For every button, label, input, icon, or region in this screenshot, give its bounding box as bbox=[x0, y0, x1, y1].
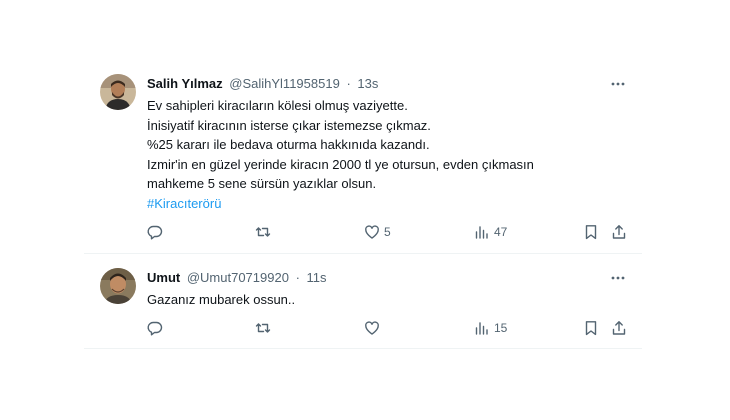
like-button[interactable] bbox=[364, 318, 384, 338]
tweet-line: mahkeme 5 sene sürsün yazıklar olsun. bbox=[147, 176, 377, 191]
more-icon[interactable] bbox=[610, 76, 626, 92]
share-icon bbox=[611, 320, 627, 336]
bookmark-button[interactable] bbox=[583, 222, 599, 242]
views-button[interactable]: 47 bbox=[474, 222, 507, 242]
tweet[interactable]: Salih Yılmaz @SalihYl11958519 · 13s Ev s… bbox=[84, 64, 642, 254]
like-icon bbox=[364, 320, 380, 336]
tweet-line: %25 kararı ile bedava oturma hakkınıda k… bbox=[147, 137, 430, 152]
bookmark-icon bbox=[583, 224, 599, 240]
tweet-header: Salih Yılmaz @SalihYl11958519 · 13s bbox=[147, 76, 378, 92]
action-bar: 15 bbox=[147, 318, 626, 338]
separator: · bbox=[295, 270, 300, 285]
hashtag-link[interactable]: #Kiracıterörü bbox=[147, 194, 617, 214]
timestamp[interactable]: 13s bbox=[357, 76, 378, 91]
like-button[interactable]: 5 bbox=[364, 222, 391, 242]
display-name[interactable]: Salih Yılmaz bbox=[147, 76, 223, 91]
tweet-line: Ev sahipleri kiracıların kölesi olmuş va… bbox=[147, 98, 408, 113]
like-icon bbox=[364, 224, 380, 240]
reply-button[interactable] bbox=[147, 318, 167, 338]
tweet-line: İnisiyatif kiracının isterse çıkar istem… bbox=[147, 117, 431, 133]
reply-button[interactable] bbox=[147, 222, 167, 242]
avatar[interactable] bbox=[100, 268, 136, 304]
tweet-line: Gazanız mubarek ossun.. bbox=[147, 292, 296, 307]
reply-icon bbox=[147, 224, 163, 240]
tweet-text: Gazanız mubarek ossun.. bbox=[147, 290, 617, 310]
retweet-button[interactable] bbox=[255, 222, 275, 242]
display-name[interactable]: Umut bbox=[147, 270, 180, 285]
user-handle[interactable]: @Umut70719920 bbox=[187, 270, 289, 285]
retweet-button[interactable] bbox=[255, 318, 275, 338]
tweet[interactable]: Umut @Umut70719920 · 11s Gazanız mubarek… bbox=[84, 258, 642, 349]
share-icon bbox=[611, 224, 627, 240]
timestamp[interactable]: 11s bbox=[307, 270, 327, 285]
action-bar: 5 47 bbox=[147, 222, 626, 242]
views-button[interactable]: 15 bbox=[474, 318, 507, 338]
tweet-text: Ev sahipleri kiracıların kölesi olmuş va… bbox=[147, 96, 617, 213]
user-handle[interactable]: @SalihYl11958519 bbox=[229, 76, 340, 91]
views-icon bbox=[474, 320, 490, 336]
tweet-header: Umut @Umut70719920 · 11s bbox=[147, 270, 327, 286]
tweet-line: Izmir'in en güzel yerinde kiracın 2000 t… bbox=[147, 156, 534, 172]
separator: · bbox=[346, 76, 351, 91]
bookmark-button[interactable] bbox=[583, 318, 599, 338]
more-icon[interactable] bbox=[610, 270, 626, 286]
retweet-icon bbox=[255, 320, 271, 336]
views-count: 15 bbox=[494, 321, 508, 335]
share-button[interactable] bbox=[611, 222, 627, 242]
views-icon bbox=[474, 224, 490, 240]
bookmark-icon bbox=[583, 320, 599, 336]
share-button[interactable] bbox=[611, 318, 627, 338]
like-count: 5 bbox=[384, 225, 391, 239]
retweet-icon bbox=[255, 224, 271, 240]
reply-icon bbox=[147, 320, 163, 336]
avatar[interactable] bbox=[100, 74, 136, 110]
views-count: 47 bbox=[494, 225, 508, 239]
